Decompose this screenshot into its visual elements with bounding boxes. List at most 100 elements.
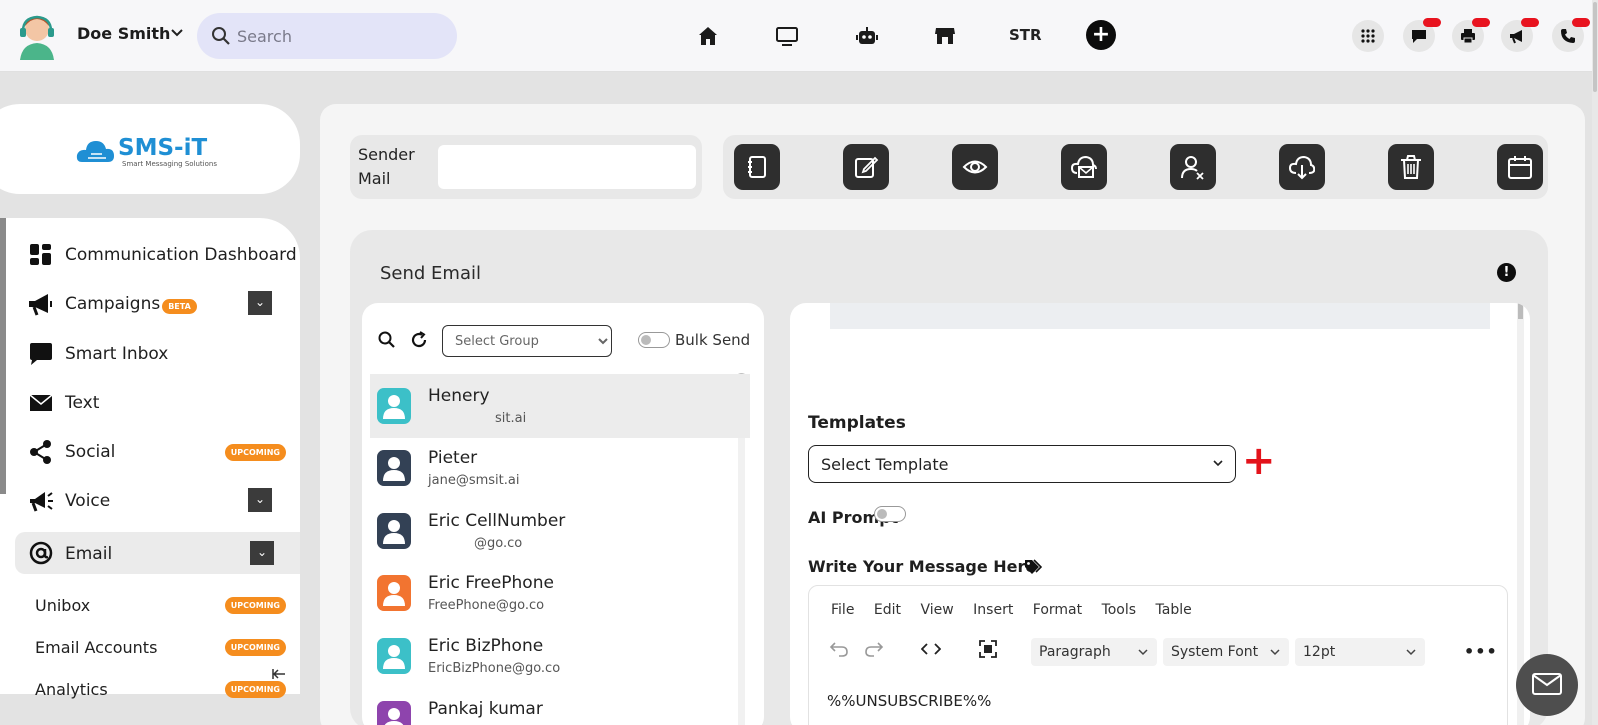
add-button[interactable]: + (1086, 20, 1116, 50)
sidebar-item-label: Campaigns (65, 294, 161, 314)
user-avatar[interactable] (16, 12, 58, 60)
menu-file[interactable]: File (831, 602, 854, 618)
sender-mail-group: Sender Mail (350, 135, 702, 199)
contact-row[interactable]: Pieter jane@smsit.ai (370, 436, 750, 500)
search-icon (212, 27, 230, 45)
chevron-down-icon[interactable] (170, 25, 184, 39)
delete-button[interactable] (1388, 144, 1434, 190)
monitor-icon[interactable] (775, 24, 799, 48)
collapse-sidebar-icon[interactable] (272, 668, 286, 680)
str-link[interactable]: STR (1009, 26, 1042, 44)
compose-panel: Templates Select Template + AI Prompt Wr… (790, 303, 1530, 725)
user-icon (383, 520, 405, 544)
menu-edit[interactable]: Edit (874, 602, 901, 618)
menu-view[interactable]: View (920, 602, 953, 618)
envelope-icon (29, 394, 53, 411)
sender-mail-input[interactable] (438, 145, 696, 189)
megaphone-button[interactable] (1501, 18, 1539, 52)
undo-icon[interactable] (829, 640, 849, 658)
apps-grid-button[interactable] (1352, 20, 1384, 52)
contact-row[interactable]: Henery sit.ai (370, 374, 750, 438)
upcoming-badge: UPCOMING (224, 597, 286, 614)
menu-insert[interactable]: Insert (973, 602, 1013, 618)
chat-button[interactable] (1403, 18, 1441, 52)
contact-row[interactable]: Pankaj kumar (370, 687, 750, 725)
home-icon[interactable] (696, 24, 720, 48)
search-input[interactable] (237, 25, 437, 47)
menu-table[interactable]: Table (1156, 602, 1192, 618)
search-bar[interactable] (197, 13, 457, 59)
unsubscribe-user-button[interactable] (1170, 144, 1216, 190)
contact-row[interactable]: Eric CellNumber @go.co (370, 499, 750, 563)
search-icon[interactable] (378, 331, 396, 349)
menu-tools[interactable]: Tools (1102, 602, 1137, 618)
phone-button[interactable] (1552, 18, 1590, 52)
download-button[interactable] (1279, 144, 1325, 190)
preview-area (830, 303, 1490, 329)
tags-icon[interactable] (1024, 559, 1042, 575)
email-dropdown-toggle[interactable]: ⌄ (250, 541, 274, 565)
scrollbar-thumb[interactable] (1518, 303, 1523, 319)
contact-row[interactable]: Eric FreePhone FreePhone@go.co (370, 561, 750, 625)
font-size-value: 12pt (1303, 644, 1336, 660)
more-options-icon[interactable]: ••• (1464, 642, 1498, 661)
sidebar-item-text[interactable]: Text (28, 384, 298, 420)
sidebar-item-social[interactable]: Social UPCOMING (28, 433, 298, 469)
notification-badge (1521, 18, 1539, 27)
compose-button[interactable] (843, 144, 889, 190)
page-scrollbar[interactable] (1592, 0, 1598, 725)
chat-icon (1412, 30, 1426, 43)
code-icon[interactable] (921, 642, 941, 656)
printer-button[interactable] (1452, 18, 1490, 52)
campaigns-dropdown-toggle[interactable]: ⌄ (248, 291, 272, 315)
upcoming-badge: UPCOMING (224, 681, 286, 698)
sms-it-logo[interactable]: SMS-iT Smart Messaging Solutions (76, 128, 236, 172)
contact-email: FreePhone@go.co (428, 598, 545, 613)
contact-row[interactable]: Eric BizPhone EricBizPhone@go.co (370, 624, 750, 688)
sidebar-scrollbar[interactable] (0, 218, 6, 494)
rich-text-editor[interactable]: File Edit View Insert Format Tools Table… (808, 585, 1508, 725)
block-format-select[interactable]: Paragraph (1031, 638, 1157, 666)
schedule-button[interactable] (1497, 144, 1543, 190)
sidebar-item-communication-dashboard[interactable]: Communication Dashboard (28, 236, 298, 272)
add-template-button[interactable]: + (1242, 441, 1276, 481)
redo-icon[interactable] (864, 640, 884, 658)
ai-prompt-toggle[interactable] (874, 506, 906, 522)
beta-badge: BETA (162, 298, 197, 314)
font-size-select[interactable]: 12pt (1295, 638, 1425, 666)
fullscreen-icon[interactable] (979, 640, 997, 658)
font-family-value: System Font (1171, 644, 1259, 660)
cloud-mail-button[interactable] (1061, 144, 1107, 190)
voice-dropdown-toggle[interactable]: ⌄ (248, 488, 272, 512)
upcoming-badge: UPCOMING (224, 639, 286, 656)
font-family-select[interactable]: System Font (1163, 638, 1289, 666)
template-select[interactable]: Select Template (808, 445, 1236, 483)
sidebar-item-smart-inbox[interactable]: Smart Inbox (28, 335, 298, 371)
username[interactable]: Doe Smith (77, 24, 170, 43)
info-icon[interactable]: ! (1497, 263, 1516, 282)
store-icon[interactable] (933, 24, 957, 48)
scrollbar-thumb[interactable] (1593, 2, 1597, 92)
refresh-icon[interactable] (410, 331, 428, 349)
contacts-book-button[interactable] (734, 144, 780, 190)
sidebar-item-email[interactable]: Email ⌄ (15, 532, 300, 574)
sidebar-item-label: Voice (65, 491, 111, 511)
editor-content[interactable]: %%UNSUBSCRIBE%% (827, 692, 991, 710)
bulk-send-toggle[interactable] (638, 332, 670, 348)
mail-fab-button[interactable] (1516, 654, 1578, 716)
compose-scrollbar[interactable] (1517, 303, 1524, 725)
contact-avatar (377, 701, 411, 725)
group-select[interactable]: Select Group (442, 325, 612, 357)
user-remove-icon (1181, 156, 1204, 180)
menu-format[interactable]: Format (1033, 602, 1082, 618)
sidebar-subitem-email-accounts[interactable]: Email Accounts UPCOMING (35, 632, 298, 662)
chevron-down-icon (1213, 460, 1223, 467)
sidebar-item-voice[interactable]: Voice ⌄ (28, 482, 298, 518)
sidebar-item-campaigns[interactable]: Campaigns BETA ⌄ (28, 285, 298, 321)
robot-icon[interactable] (855, 24, 879, 48)
preview-button[interactable] (952, 144, 998, 190)
contact-avatar (377, 513, 411, 549)
sidebar-subitem-unibox[interactable]: Unibox UPCOMING (35, 590, 298, 620)
sidebar-subitem-analytics[interactable]: Analytics UPCOMING (35, 674, 298, 704)
sidebar-subitem-label: Analytics (35, 680, 108, 699)
